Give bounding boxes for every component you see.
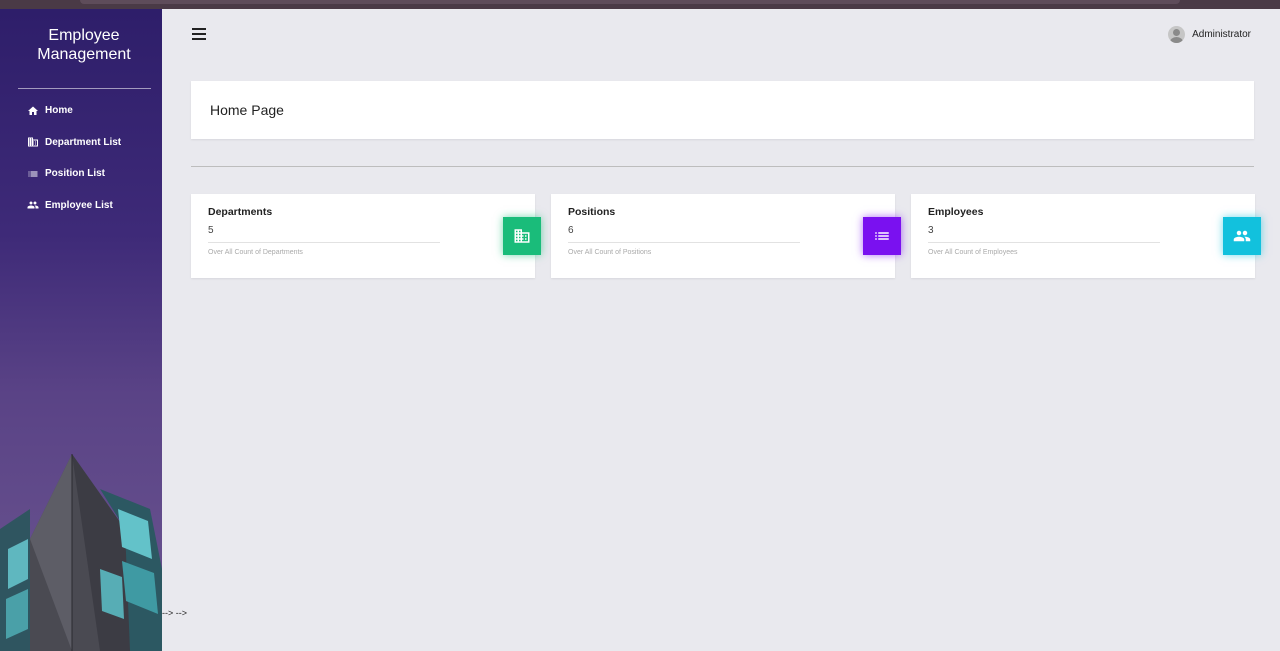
brand-line-2: Management [37,46,131,63]
building-icon [27,136,39,148]
browser-chrome-strip [0,0,1280,9]
avatar [1168,26,1186,43]
page-title-card: Home Page [191,81,1254,139]
sidebar-item-label: Position List [45,168,105,180]
brand-line-1: Employee [48,27,120,44]
stray-comment-text: --> --> [162,608,188,618]
stat-label: Departments [208,206,273,218]
sidebar: Employee Management Home Department List… [0,9,162,651]
brand-title: Employee Management [0,26,162,64]
stat-divider [928,242,1160,243]
sidebar-nav: Home Department List Position List Emplo… [0,95,162,221]
people-icon [27,199,39,211]
list-icon [27,168,39,180]
stat-card-departments: Departments 5 Over All Count of Departme… [191,194,541,278]
sidebar-item-label: Employee List [45,199,113,211]
section-divider [191,166,1254,167]
user-name: Administrator [1192,29,1251,40]
stat-card-employees: Employees 3 Over All Count of Employees [911,194,1261,278]
page-title: Home Page [210,102,284,118]
sidebar-item-home[interactable]: Home [0,95,162,127]
stat-caption: Over All Count of Positions [568,249,652,256]
stat-value: 3 [928,225,934,236]
home-icon [27,105,39,117]
stat-value: 5 [208,225,214,236]
stat-label: Positions [568,206,616,218]
sidebar-item-employee-list[interactable]: Employee List [0,190,162,222]
brand-divider [18,88,151,89]
stat-label: Employees [928,206,984,218]
stat-caption: Over All Count of Departments [208,249,303,256]
sidebar-item-label: Department List [45,136,122,148]
sidebar-item-position-list[interactable]: Position List [0,158,162,190]
stat-value: 6 [568,225,574,236]
stat-caption: Over All Count of Employees [928,249,1018,256]
top-bar: Administrator [162,9,1280,61]
user-menu[interactable]: Administrator [1168,26,1251,43]
sidebar-item-label: Home [45,105,73,117]
browser-tab-edge [80,0,1180,4]
stat-card-positions: Positions 6 Over All Count of Positions [551,194,901,278]
sidebar-item-department-list[interactable]: Department List [0,127,162,159]
stat-divider [568,242,800,243]
people-icon [1223,217,1261,255]
list-icon [863,217,901,255]
building-illustration [0,454,162,651]
building-icon [503,217,541,255]
stat-divider [208,242,440,243]
menu-toggle-icon[interactable] [192,28,206,40]
